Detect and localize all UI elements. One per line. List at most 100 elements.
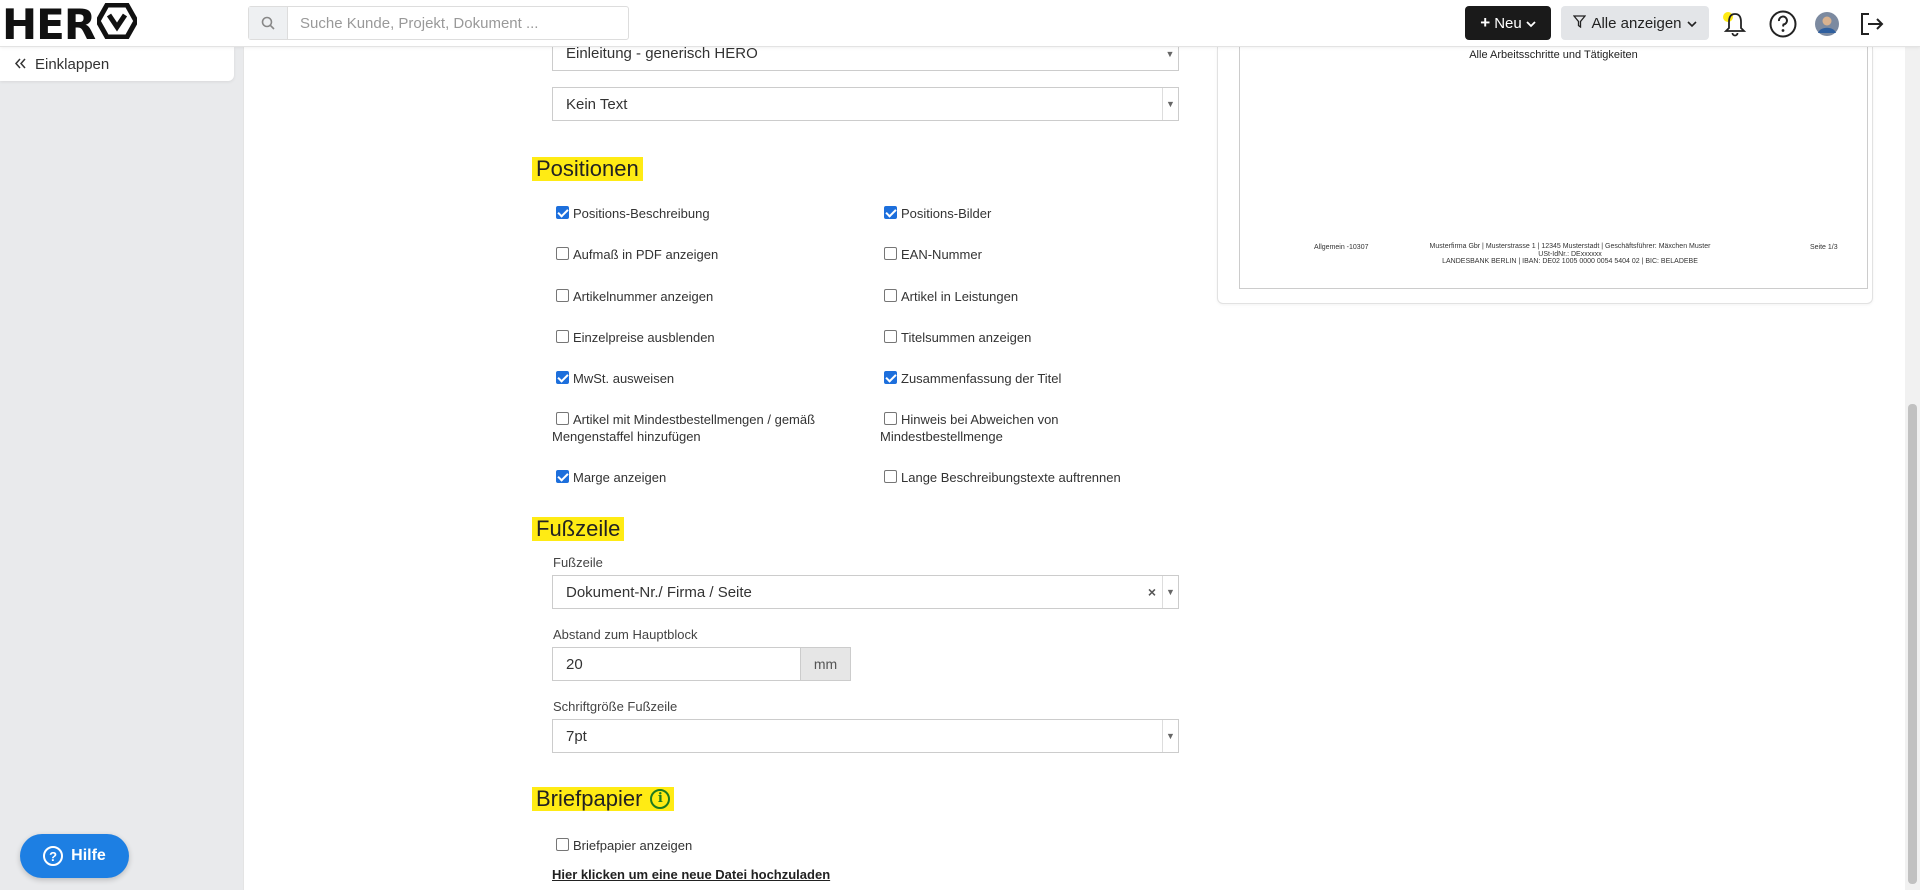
- upload-file-link[interactable]: Hier klicken um eine neue Datei hochzula…: [552, 867, 830, 882]
- collapse-sidebar-button[interactable]: Einklappen: [0, 47, 234, 81]
- footer-field-label: Fußzeile: [553, 555, 603, 570]
- distance-field-label: Abstand zum Hauptblock: [553, 627, 698, 642]
- user-avatar[interactable]: [1812, 9, 1842, 39]
- document-preview-page[interactable]: Alle Arbeitsschritte und Tätigkeiten All…: [1239, 47, 1868, 289]
- footer-select-value: Dokument-Nr./ Firma / Seite: [566, 583, 752, 601]
- letterhead-section-title: Briefpapier i: [532, 786, 675, 811]
- checkbox-beschreibung-auftrennen[interactable]: Lange Beschreibungstexte auftrennen: [884, 469, 1121, 486]
- checkbox-briefpapier[interactable]: Briefpapier anzeigen: [556, 837, 692, 854]
- collapse-label: Einklappen: [35, 55, 110, 73]
- top-bar: HER + Neu Alle anzeigen: [0, 0, 1920, 49]
- checkbox-mwst[interactable]: MwSt. ausweisen: [556, 370, 674, 387]
- fontsize-select[interactable]: 7pt ▼: [552, 719, 1179, 753]
- footer-section-title: Fußzeile: [532, 516, 625, 541]
- checkbox-artikel-leistungen[interactable]: Artikel in Leistungen: [884, 288, 1018, 305]
- checkbox-unchecked[interactable]: [556, 412, 569, 425]
- filter-icon: [1573, 14, 1587, 32]
- checkbox-unchecked[interactable]: [556, 330, 569, 343]
- letterhead-title-text: Briefpapier: [536, 786, 643, 811]
- text-select-value: Kein Text: [566, 95, 628, 113]
- checkbox-label: Zusammenfassung der Titel: [901, 371, 1062, 386]
- filter-button[interactable]: Alle anzeigen: [1561, 6, 1709, 40]
- scrollbar-thumb[interactable]: [1908, 404, 1917, 884]
- checkbox-positions-bilder[interactable]: Positions-Bilder: [884, 205, 991, 222]
- checkbox-label: MwSt. ausweisen: [573, 371, 675, 386]
- filter-button-label: Alle anzeigen: [1591, 14, 1682, 32]
- checkbox-checked[interactable]: [556, 371, 569, 384]
- checkbox-checked[interactable]: [556, 206, 569, 219]
- checkbox-unchecked[interactable]: [884, 247, 897, 260]
- chevron-down-icon: [1526, 15, 1536, 32]
- logout-icon[interactable]: [1856, 9, 1886, 39]
- clear-icon[interactable]: ×: [1148, 576, 1156, 608]
- checkbox-label: Titelsummen anzeigen: [901, 330, 1032, 345]
- checkbox-label: Einzelpreise ausblenden: [573, 330, 715, 345]
- logo-text: HER: [2, 0, 96, 49]
- checkbox-label: EAN-Nummer: [901, 247, 982, 262]
- checkbox-label: Hinweis bei Abweichen von: [901, 412, 1059, 427]
- checkbox-marge[interactable]: Marge anzeigen: [556, 469, 666, 486]
- checkbox-hinweis-abweichen[interactable]: Hinweis bei Abweichen von Mindestbestell…: [880, 411, 1140, 445]
- checkbox-zusammenfassung[interactable]: Zusammenfassung der Titel: [884, 370, 1061, 387]
- question-icon: ?: [43, 846, 64, 866]
- checkbox-label: Lange Beschreibungstexte auftrennen: [901, 470, 1121, 485]
- caret-down-icon: ▼: [1162, 576, 1178, 608]
- checkbox-unchecked[interactable]: [884, 289, 897, 302]
- info-icon[interactable]: i: [650, 789, 671, 809]
- positions-section-title: Positionen: [532, 157, 643, 181]
- search-icon: [249, 7, 288, 39]
- footer-title-text: Fußzeile: [536, 516, 621, 541]
- checkbox-label: Aufmaß in PDF anzeigen: [573, 247, 719, 262]
- new-button-label: Neu: [1494, 14, 1522, 32]
- checkbox-einzelpreise[interactable]: Einzelpreise ausblenden: [556, 329, 715, 346]
- footer-select[interactable]: Dokument-Nr./ Firma / Seite × ▼: [552, 575, 1179, 609]
- global-search: [248, 6, 629, 40]
- checkbox-unchecked[interactable]: [556, 838, 569, 851]
- sidebar: Einklappen: [0, 47, 243, 890]
- checkbox-label: Artikel in Leistungen: [901, 289, 1019, 304]
- caret-down-icon: ▼: [1162, 88, 1178, 120]
- hero-logo[interactable]: HER: [2, 0, 140, 49]
- help-question-icon[interactable]: [1768, 9, 1798, 39]
- preview-footer-line2: USt-IdNr.: DExxxxxx: [1538, 250, 1602, 258]
- intro-template-value: Einleitung - generisch HERO: [566, 45, 758, 62]
- checkbox-unchecked[interactable]: [556, 289, 569, 302]
- checkbox-positions-beschreibung[interactable]: Positions-Beschreibung: [556, 205, 710, 222]
- checkbox-titelsummen[interactable]: Titelsummen anzeigen: [884, 329, 1031, 346]
- preview-footer-middle: Musterfirma Gbr | Musterstrasse 1 | 1234…: [1425, 243, 1715, 266]
- checkbox-ean-nummer[interactable]: EAN-Nummer: [884, 246, 982, 263]
- checkbox-artikelnummer[interactable]: Artikelnummer anzeigen: [556, 288, 713, 305]
- positions-title-text: Positionen: [536, 156, 639, 181]
- fontsize-field-label: Schriftgröße Fußzeile: [553, 699, 678, 714]
- checkbox-label: Positions-Beschreibung: [573, 206, 710, 221]
- checkbox-unchecked[interactable]: [884, 412, 897, 425]
- fontsize-select-value: 7pt: [566, 727, 587, 745]
- double-chevron-left-icon: [14, 56, 27, 73]
- distance-input[interactable]: 20: [552, 647, 801, 681]
- help-button[interactable]: ? Hilfe: [20, 834, 129, 878]
- checkbox-checked[interactable]: [884, 371, 897, 384]
- chevron-down-icon: [1686, 15, 1697, 32]
- notification-bell-icon[interactable]: [1720, 9, 1750, 39]
- checkbox-label-line2: Mindestbestellmenge: [880, 429, 1003, 444]
- page-scrollbar[interactable]: [1905, 47, 1920, 890]
- checkbox-label: Positions-Bilder: [901, 206, 992, 221]
- text-select[interactable]: Kein Text ▼: [552, 87, 1179, 121]
- preview-footer-right: Seite 1/3: [1810, 244, 1838, 251]
- preview-footer-line1: Musterfirma Gbr | Musterstrasse 1 | 1234…: [1429, 243, 1711, 250]
- checkbox-mindestbestellmengen[interactable]: Artikel mit Mindestbestellmengen / gemäß…: [552, 411, 852, 445]
- checkbox-label: Marge anzeigen: [573, 470, 667, 485]
- new-button[interactable]: + Neu: [1465, 6, 1551, 40]
- checkbox-checked[interactable]: [884, 206, 897, 219]
- checkbox-unchecked[interactable]: [884, 330, 897, 343]
- checkbox-checked[interactable]: [556, 470, 569, 483]
- checkbox-unchecked[interactable]: [884, 470, 897, 483]
- unit-addon: mm: [801, 647, 851, 681]
- logo-mark-icon: [95, 0, 140, 49]
- checkbox-label: Briefpapier anzeigen: [573, 838, 693, 853]
- checkbox-unchecked[interactable]: [556, 247, 569, 260]
- search-input[interactable]: [288, 7, 628, 39]
- checkbox-aufmass-pdf[interactable]: Aufmaß in PDF anzeigen: [556, 246, 718, 263]
- document-preview-card: Alle Arbeitsschritte und Tätigkeiten All…: [1217, 47, 1873, 304]
- preview-heading: Alle Arbeitsschritte und Tätigkeiten: [1469, 49, 1638, 61]
